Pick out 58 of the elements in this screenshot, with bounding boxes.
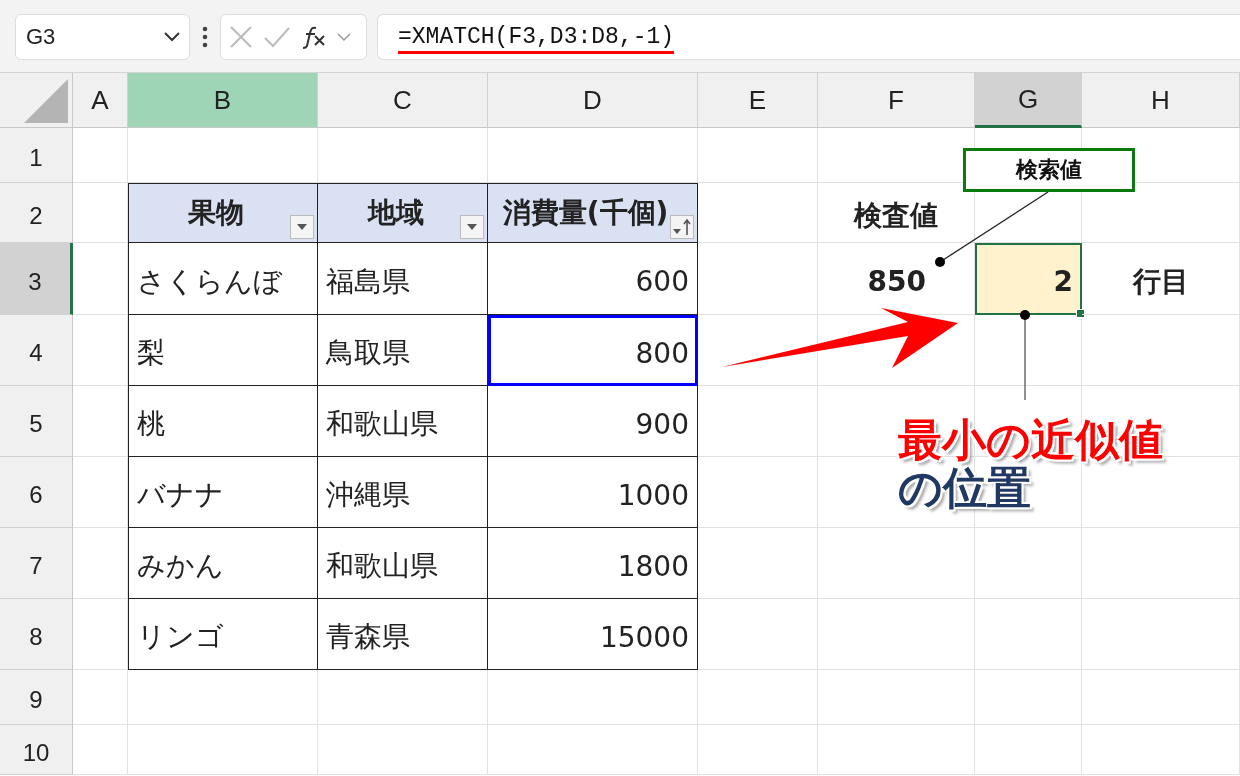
table-cell: 梨	[128, 315, 318, 386]
sort-ascending-icon	[672, 218, 692, 236]
filter-dropdown-button[interactable]	[290, 215, 314, 239]
column-header[interactable]: A	[73, 73, 128, 128]
table-cell: 1800	[488, 528, 698, 599]
chevron-down-icon	[163, 31, 181, 43]
result-suffix-cell: 行目	[1082, 243, 1240, 315]
filter-dropdown-button[interactable]	[460, 215, 484, 239]
checkmark-icon[interactable]	[263, 26, 291, 48]
active-cell[interactable]: 2	[975, 243, 1082, 315]
annotation-text: の位置	[898, 464, 1031, 513]
table-cell: 600	[488, 243, 698, 315]
formula-field[interactable]: =XMATCH(F3,D3:D8,-1)	[377, 14, 1240, 60]
table-cell: バナナ	[128, 457, 318, 528]
table-cell: みかん	[128, 528, 318, 599]
annotation-text: 最小の近似値	[898, 416, 1163, 465]
sort-filter-button[interactable]	[670, 215, 694, 239]
table-cell: 沖縄県	[318, 457, 488, 528]
row-header[interactable]: 4	[0, 315, 73, 386]
table-cell: 鳥取県	[318, 315, 488, 386]
table-cell: 1000	[488, 457, 698, 528]
dropdown-arrow-icon	[296, 223, 308, 231]
table-cell: 800	[488, 315, 698, 386]
fill-handle[interactable]	[1076, 309, 1085, 318]
dropdown-arrow-icon	[466, 223, 478, 231]
row-header[interactable]: 9	[0, 670, 73, 725]
table-cell: 和歌山県	[318, 528, 488, 599]
row-header[interactable]: 5	[0, 386, 73, 457]
table-cell: 福島県	[318, 243, 488, 315]
column-header[interactable]: F	[818, 73, 975, 128]
row-header[interactable]: 2	[0, 183, 73, 243]
row-header[interactable]: 7	[0, 528, 73, 599]
table-cell: さくらんぼ	[128, 243, 318, 315]
row-header[interactable]: 10	[0, 725, 73, 775]
table-header-cell: 果物	[128, 183, 318, 243]
row-header[interactable]: 6	[0, 457, 73, 528]
table-cell: リンゴ	[128, 599, 318, 670]
column-header[interactable]: D	[488, 73, 698, 128]
name-box[interactable]: G3	[15, 14, 190, 60]
chevron-down-icon[interactable]	[337, 32, 351, 42]
column-header[interactable]: B	[128, 73, 318, 128]
table-cell: 15000	[488, 599, 698, 670]
table-cell: 桃	[128, 386, 318, 457]
table-header-cell: 地域	[318, 183, 488, 243]
function-icon[interactable]	[301, 25, 327, 49]
table-header-cell: 消費量(千個)	[488, 183, 698, 243]
column-header[interactable]: G	[975, 73, 1082, 128]
column-header[interactable]: E	[698, 73, 818, 128]
column-header[interactable]: H	[1082, 73, 1240, 128]
column-header[interactable]: C	[318, 73, 488, 128]
table-cell: 青森県	[318, 599, 488, 670]
table-cell: 和歌山県	[318, 386, 488, 457]
row-header[interactable]: 3	[0, 243, 73, 315]
table-cell: 900	[488, 386, 698, 457]
row-header[interactable]: 1	[0, 128, 73, 183]
more-options-icon[interactable]	[202, 26, 208, 48]
row-header[interactable]: 8	[0, 599, 73, 670]
callout-label: 検索値	[963, 148, 1135, 192]
